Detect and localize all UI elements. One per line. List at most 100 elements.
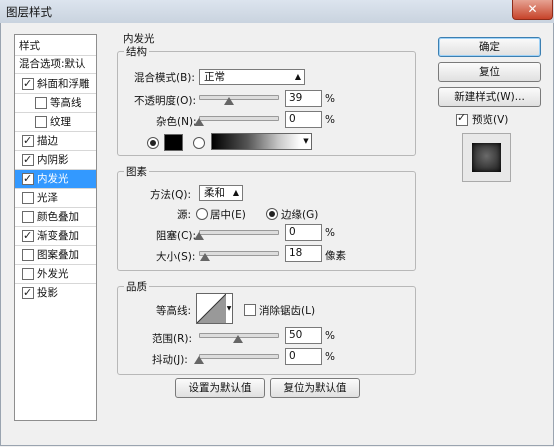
style-list-item[interactable]: 内发光 xyxy=(15,170,96,188)
method-label: 方法(Q): xyxy=(150,189,191,201)
style-list-label: 光泽 xyxy=(37,192,58,204)
gradient-radio[interactable] xyxy=(193,137,205,149)
style-list-label: 外发光 xyxy=(37,268,69,280)
noise-input[interactable]: 0 xyxy=(285,111,322,128)
source-label: 源: xyxy=(177,209,192,221)
choke-label: 阻塞(C): xyxy=(156,230,197,242)
range-input[interactable]: 50 xyxy=(285,327,322,344)
opacity-slider-track[interactable] xyxy=(199,95,279,100)
jitter-input[interactable]: 0 xyxy=(285,348,322,365)
style-list-item[interactable]: 斜面和浮雕 xyxy=(15,75,96,93)
contour-preview[interactable] xyxy=(196,293,227,324)
style-list-item[interactable]: 图案叠加 xyxy=(15,246,96,264)
make-default-button[interactable]: 设置为默认值 xyxy=(175,378,265,398)
style-list-label: 图案叠加 xyxy=(37,249,79,261)
preview-swatch xyxy=(472,143,501,172)
style-list-item[interactable]: 内阴影 xyxy=(15,151,96,169)
contour-label: 等高线: xyxy=(156,305,192,317)
style-checkbox[interactable] xyxy=(22,170,34,188)
title-bar: 图层样式 xyxy=(0,0,554,24)
style-list-item[interactable]: 光泽 xyxy=(15,189,96,207)
chevron-down-icon: ▲ xyxy=(294,72,301,81)
style-checkbox[interactable] xyxy=(22,284,34,302)
opacity-slider-thumb[interactable] xyxy=(224,97,235,105)
style-list-label: 内阴影 xyxy=(37,154,69,166)
blend-mode-select[interactable]: 正常 ▲ xyxy=(199,69,305,85)
style-checkbox[interactable] xyxy=(22,132,34,150)
choke-slider-thumb[interactable] xyxy=(194,232,204,240)
reset-button[interactable]: 复位 xyxy=(438,62,541,82)
noise-label: 杂色(N): xyxy=(156,116,197,128)
source-edge-radio[interactable] xyxy=(266,208,278,220)
style-checkbox[interactable] xyxy=(22,151,34,169)
preview-checkbox[interactable] xyxy=(456,111,468,126)
style-list-label: 斜面和浮雕 xyxy=(37,78,90,90)
method-value: 柔和 xyxy=(204,187,225,199)
size-input[interactable]: 18 xyxy=(285,245,322,262)
style-list-item[interactable]: 混合选项:默认 xyxy=(15,55,96,73)
jitter-label: 抖动(J): xyxy=(152,354,188,366)
style-list-label: 描边 xyxy=(37,135,58,147)
style-checkbox[interactable] xyxy=(22,75,34,93)
style-list-item[interactable]: 等高线 xyxy=(15,94,96,112)
antialias-checkbox[interactable] xyxy=(244,304,256,316)
size-unit: 像素 xyxy=(325,250,346,262)
opacity-input[interactable]: 39 xyxy=(285,90,322,107)
style-list-label: 投影 xyxy=(37,287,58,299)
noise-unit: % xyxy=(325,114,335,126)
style-list-label: 纹理 xyxy=(50,116,71,128)
style-checkbox[interactable] xyxy=(22,227,34,245)
range-slider-thumb[interactable] xyxy=(233,335,243,343)
noise-slider-thumb[interactable] xyxy=(194,118,204,126)
style-list-label: 颜色叠加 xyxy=(37,211,79,223)
style-checkbox[interactable] xyxy=(22,211,34,223)
noise-slider-track[interactable] xyxy=(199,116,279,121)
style-list-divider xyxy=(15,73,96,74)
jitter-slider-track[interactable] xyxy=(199,354,279,359)
style-list-item[interactable]: 样式 xyxy=(15,37,96,55)
ok-button[interactable]: 确定 xyxy=(438,37,541,57)
close-button[interactable]: ✕ xyxy=(512,0,553,20)
style-list-label: 等高线 xyxy=(50,97,82,109)
style-list: 样式混合选项:默认斜面和浮雕等高线纹理描边内阴影内发光光泽颜色叠加渐变叠加图案叠… xyxy=(14,34,97,421)
choke-input[interactable]: 0 xyxy=(285,224,322,241)
color-radio[interactable] xyxy=(147,137,159,149)
preview-thumbnail xyxy=(462,133,511,182)
elements-title: 图素 xyxy=(124,164,149,179)
style-list-item[interactable]: 投影 xyxy=(15,284,96,302)
opacity-label: 不透明度(O): xyxy=(134,95,196,107)
style-checkbox[interactable] xyxy=(22,268,34,280)
style-list-label: 渐变叠加 xyxy=(37,230,79,242)
style-list-label: 内发光 xyxy=(37,173,69,185)
window-title: 图层样式 xyxy=(6,5,52,19)
source-center-radio[interactable] xyxy=(196,208,208,220)
source-center-label: 居中(E) xyxy=(210,209,246,221)
style-list-item[interactable]: 渐变叠加 xyxy=(15,227,96,245)
size-slider-track[interactable] xyxy=(199,251,279,256)
style-checkbox[interactable] xyxy=(35,116,47,128)
blend-mode-label: 混合模式(B): xyxy=(134,72,195,84)
style-list-item[interactable]: 外发光 xyxy=(15,265,96,283)
jitter-slider-thumb[interactable] xyxy=(194,356,204,364)
style-checkbox[interactable] xyxy=(22,192,34,204)
style-list-item[interactable]: 颜色叠加 xyxy=(15,208,96,226)
preview-label: 预览(V) xyxy=(472,114,509,126)
new-style-button[interactable]: 新建样式(W)... xyxy=(438,87,541,107)
reset-default-button[interactable]: 复位为默认值 xyxy=(270,378,360,398)
jitter-unit: % xyxy=(325,351,335,363)
method-select[interactable]: 柔和 ▲ xyxy=(199,185,243,201)
contour-dropdown-icon[interactable]: ▼ xyxy=(226,293,233,324)
style-list-item[interactable]: 描边 xyxy=(15,132,96,150)
style-checkbox[interactable] xyxy=(35,97,47,109)
antialias-label: 消除锯齿(L) xyxy=(259,305,316,317)
choke-slider-track[interactable] xyxy=(199,230,279,235)
glow-color-swatch[interactable] xyxy=(164,134,183,151)
style-checkbox[interactable] xyxy=(22,249,34,261)
style-list-label: 混合选项:默认 xyxy=(19,58,86,70)
size-slider-thumb[interactable] xyxy=(199,253,210,261)
gradient-dropdown-icon[interactable]: ▼ xyxy=(301,133,312,150)
gradient-preview[interactable] xyxy=(211,133,302,150)
choke-unit: % xyxy=(325,227,335,239)
source-edge-label: 边缘(G) xyxy=(281,209,319,221)
style-list-item[interactable]: 纹理 xyxy=(15,113,96,131)
